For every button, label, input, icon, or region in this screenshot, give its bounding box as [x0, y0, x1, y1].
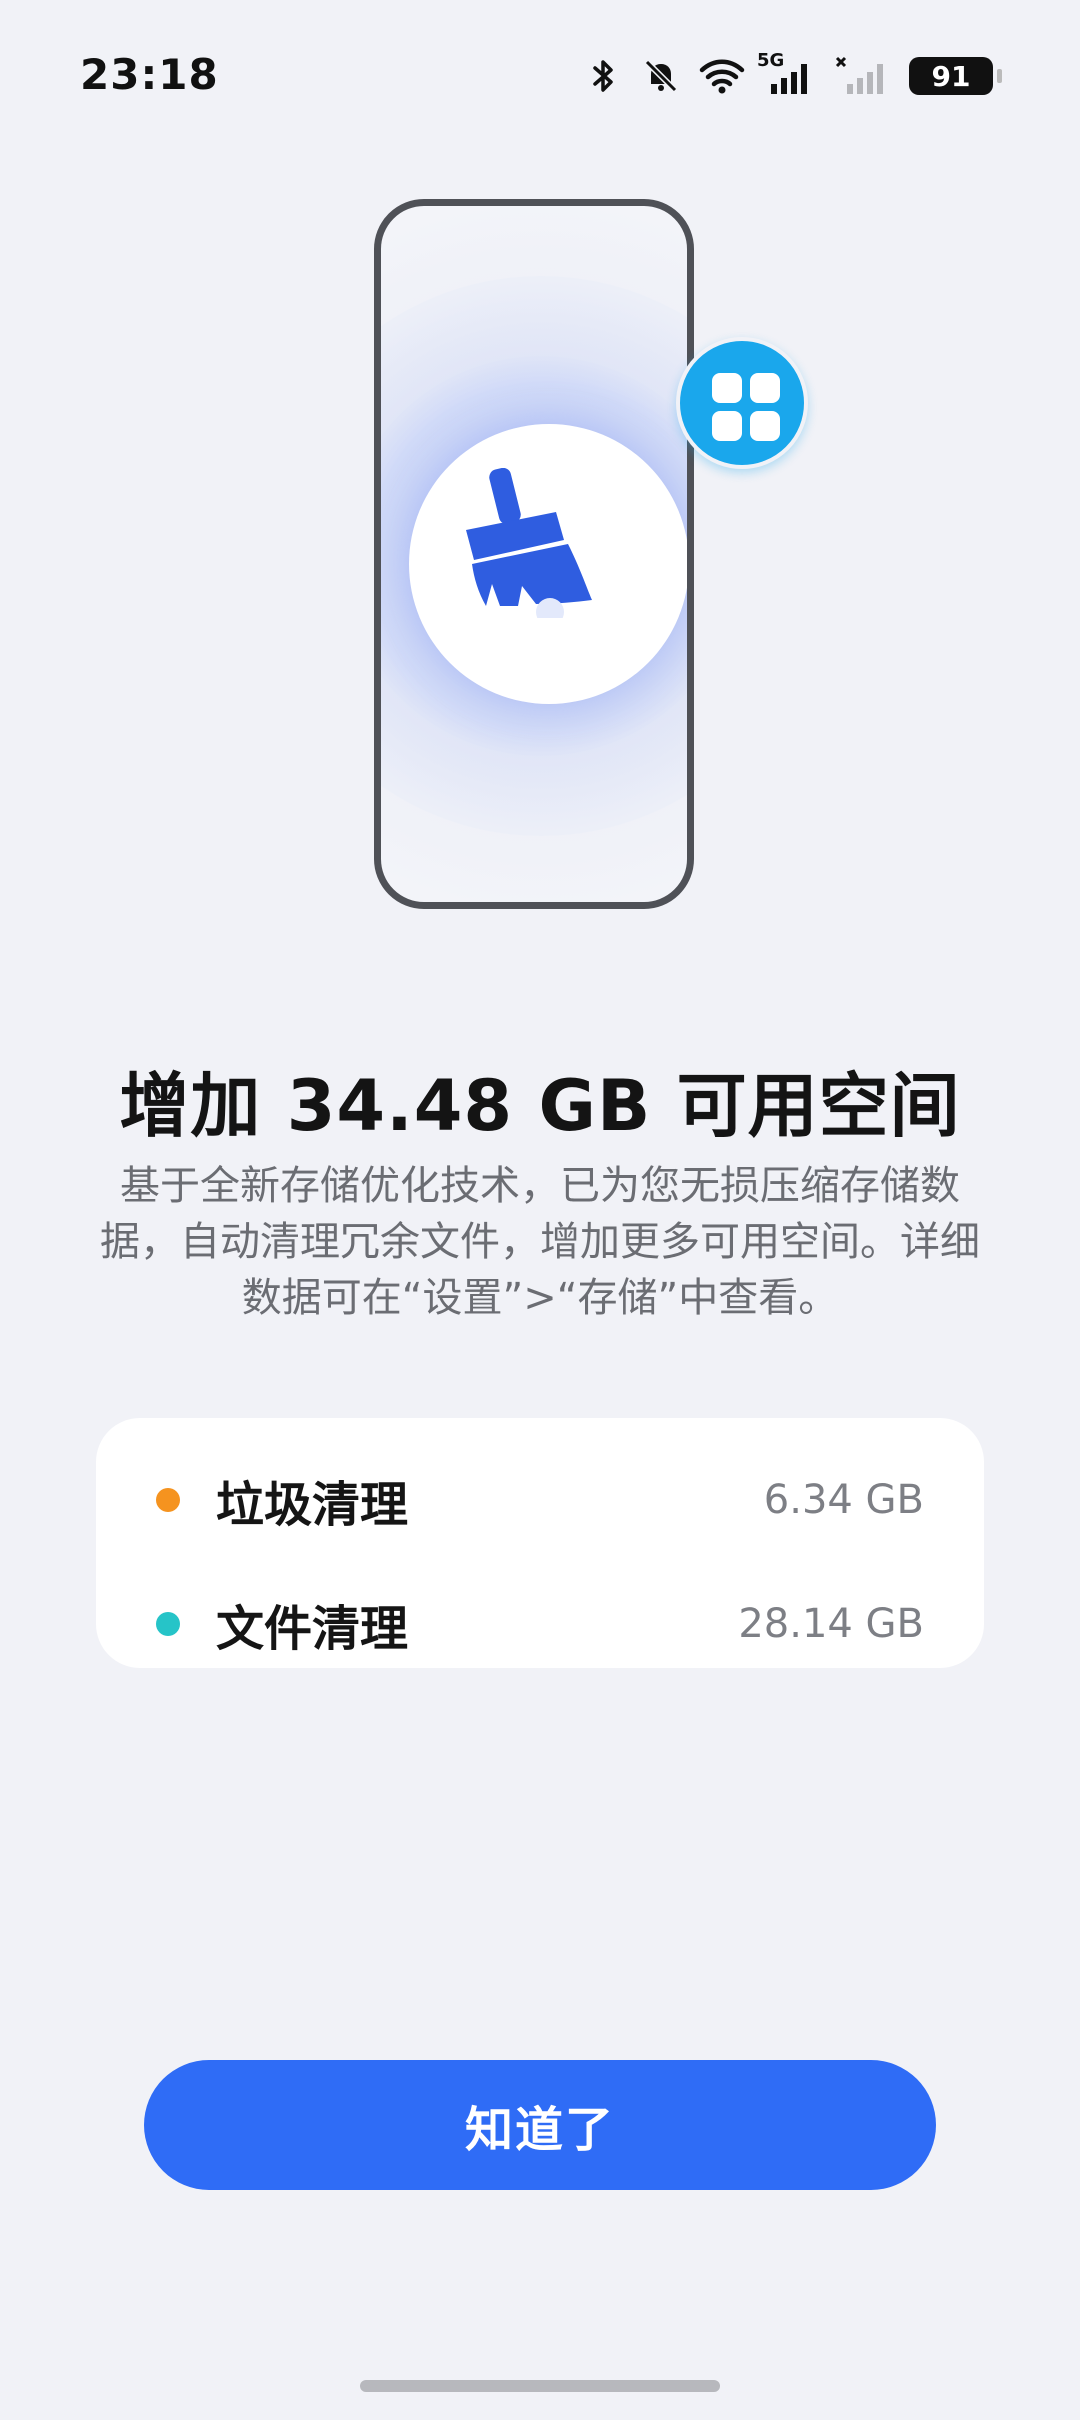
broom-clean-icon: [466, 468, 592, 618]
junk-cleanup-value: 6.34 GB: [763, 1477, 924, 1523]
signal-5g-icon: 5G: [757, 50, 817, 96]
battery-tip: [997, 69, 1002, 83]
junk-cleanup-dot: [156, 1488, 180, 1512]
storage-illustration: [368, 195, 818, 925]
list-item-junk-cleanup: 垃圾清理 6.34 GB: [96, 1460, 984, 1540]
file-cleanup-dot: [156, 1612, 180, 1636]
wifi-icon: [699, 56, 745, 96]
cleanup-summary-card: 垃圾清理 6.34 GB 文件清理 28.14 GB: [96, 1418, 984, 1668]
signal-no-service-icon: [835, 56, 891, 96]
status-time: 23:18: [80, 50, 219, 99]
phone-outline: [374, 199, 694, 909]
description-text: 基于全新存储优化技术，已为您无损压缩存储数据，自动清理冗余文件，增加更多可用空间…: [100, 1163, 980, 1321]
got-it-button[interactable]: 知道了: [144, 2060, 936, 2190]
home-indicator[interactable]: [360, 2380, 720, 2392]
file-cleanup-value: 28.14 GB: [738, 1601, 924, 1647]
battery-icon: 91: [909, 57, 1002, 95]
battery-level: 91: [909, 57, 993, 95]
status-bar: 23:18 5G 91: [0, 0, 1080, 150]
list-item-file-cleanup: 文件清理 28.14 GB: [96, 1584, 984, 1664]
junk-cleanup-label: 垃圾清理: [216, 1477, 409, 1533]
page-title: 增加 34.48 GB 可用空间: [119, 1065, 961, 1147]
bluetooth-icon: [583, 56, 623, 96]
mute-bell-icon: [641, 56, 681, 96]
file-cleanup-label: 文件清理: [216, 1601, 409, 1657]
app-grid-icon: [712, 373, 780, 441]
app-grid-badge: [676, 337, 808, 469]
status-icons: 5G 91: [583, 50, 1002, 100]
